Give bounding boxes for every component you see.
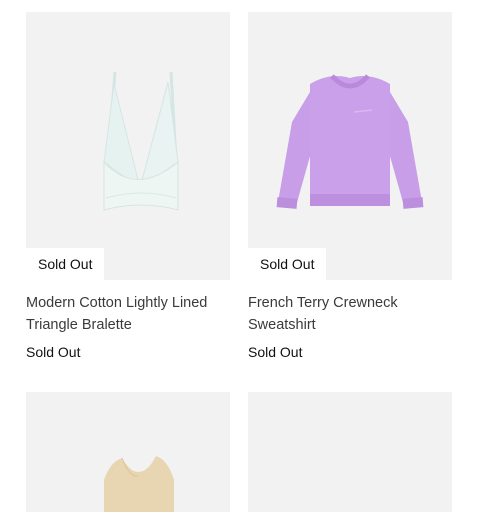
sold-out-badge: Sold Out: [248, 248, 327, 280]
product-image[interactable]: Sold Out: [26, 12, 230, 280]
bralette-image: [103, 71, 179, 211]
product-image[interactable]: Sold Out: [248, 12, 452, 280]
product-status: Sold Out: [248, 344, 303, 360]
sold-out-badge: Sold Out: [26, 248, 105, 280]
product-image[interactable]: [26, 392, 230, 512]
product-title[interactable]: Modern Cotton Lightly Lined Triangle Bra…: [26, 292, 230, 336]
product-status: Sold Out: [26, 344, 81, 360]
sweatshirt-image: [276, 74, 424, 209]
product-image[interactable]: [248, 392, 452, 512]
beige-bralette-image: [104, 456, 174, 512]
product-title[interactable]: French Terry Crewneck Sweatshirt: [248, 292, 452, 336]
